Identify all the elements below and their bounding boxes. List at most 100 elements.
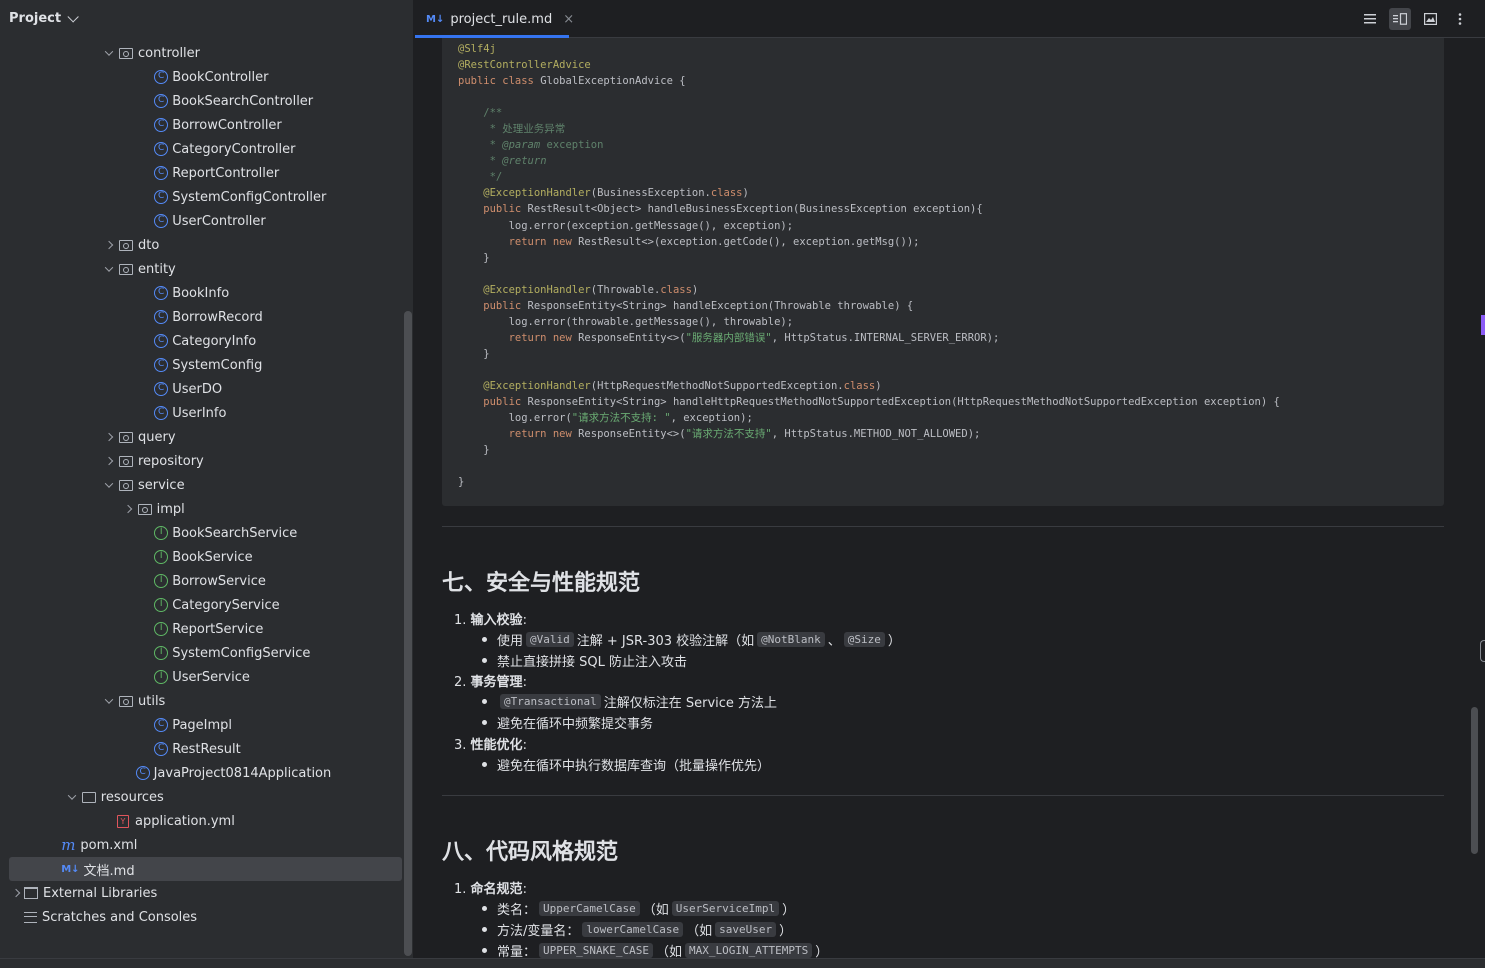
tree-item[interactable]: I SystemConfigService bbox=[0, 641, 404, 665]
editor-scrollbar[interactable] bbox=[1471, 707, 1478, 854]
tree-item-label: BookController bbox=[172, 69, 269, 85]
chevron-right-icon[interactable] bbox=[101, 237, 117, 253]
code-token: */ bbox=[458, 171, 503, 184]
tree-item[interactable]: C ReportController bbox=[0, 161, 404, 185]
interface-icon: I bbox=[154, 646, 169, 660]
chevron-down-icon[interactable] bbox=[101, 477, 117, 493]
code-line: public ResponseEntity<String> handleExce… bbox=[458, 298, 1280, 314]
tree-item[interactable]: C BorrowController bbox=[0, 113, 404, 137]
tree-item[interactable]: C UserController bbox=[0, 209, 404, 233]
project-view-selector[interactable]: Project bbox=[0, 0, 413, 37]
tree-item[interactable]: resources bbox=[0, 785, 404, 809]
tree-item[interactable]: C CategoryController bbox=[0, 137, 404, 161]
tree-item[interactable]: C BookController bbox=[0, 65, 404, 89]
code-token: ResponseEntity<String> handleHttpRequest… bbox=[527, 396, 1280, 409]
text: 使用 bbox=[497, 634, 524, 649]
tree-item[interactable]: C PageImpl bbox=[0, 713, 404, 737]
code-line: public RestResult<Object> handleBusiness… bbox=[458, 201, 1280, 217]
chevron-right-icon[interactable] bbox=[120, 501, 136, 517]
tree-item-label: query bbox=[138, 429, 176, 445]
tree-item[interactable]: impl bbox=[0, 497, 404, 521]
ai-assistant-stripe[interactable] bbox=[1481, 315, 1485, 335]
tree-item[interactable]: controller bbox=[0, 41, 404, 65]
tree-item[interactable]: External Libraries bbox=[0, 881, 404, 905]
tree-item[interactable]: C UserInfo bbox=[0, 401, 404, 425]
list-item-title: 事务管理 bbox=[470, 675, 523, 690]
code-token: "服务器内部错误" bbox=[685, 331, 772, 344]
colon: : bbox=[522, 675, 527, 690]
inline-code: saveUser bbox=[715, 922, 777, 937]
code-token: public bbox=[458, 396, 528, 409]
chevron-down-icon[interactable] bbox=[101, 693, 117, 709]
tree-item[interactable]: C CategoryInfo bbox=[0, 329, 404, 353]
code-token: @Slf4j bbox=[458, 43, 496, 55]
split-view-icon[interactable] bbox=[1389, 8, 1411, 30]
tree-item[interactable]: C JavaProject0814Application bbox=[0, 761, 404, 785]
tree-item[interactable]: I BookService bbox=[0, 545, 404, 569]
spring-boot-app-icon: C bbox=[135, 766, 150, 780]
chevron-down-icon[interactable] bbox=[101, 45, 117, 61]
tree-item[interactable]: m pom.xml bbox=[0, 833, 404, 857]
code-token: "请求方法不支持" bbox=[685, 428, 772, 441]
tree-item[interactable]: I CategoryService bbox=[0, 593, 404, 617]
more-icon[interactable] bbox=[1449, 8, 1471, 30]
list-item-title: 输入校验 bbox=[470, 613, 523, 628]
class-icon: C bbox=[154, 382, 169, 396]
status-bar bbox=[0, 958, 1485, 968]
tab-project-rule-md[interactable]: M↓ project_rule.md × bbox=[415, 0, 574, 38]
tree-item[interactable]: M↓ 文档.md bbox=[9, 857, 402, 881]
text: ） bbox=[779, 924, 793, 939]
project-tree-scrollbar[interactable] bbox=[404, 311, 412, 956]
chevron-right-icon[interactable] bbox=[101, 453, 117, 469]
class-icon: C bbox=[154, 742, 169, 756]
list-item-transaction: 2. 事务管理: bbox=[454, 671, 527, 690]
tree-item[interactable]: I BorrowService bbox=[0, 569, 404, 593]
close-icon[interactable]: × bbox=[563, 12, 574, 27]
tree-item-label: repository bbox=[138, 453, 204, 469]
inline-code: @Valid bbox=[526, 632, 574, 647]
tree-item-label: BookSearchController bbox=[172, 93, 314, 109]
tree-item[interactable]: I BookSearchService bbox=[0, 521, 404, 545]
chevron-down-icon[interactable] bbox=[101, 261, 117, 277]
tree-item[interactable]: C UserDO bbox=[0, 377, 404, 401]
interface-icon: I bbox=[154, 622, 169, 636]
tree-item[interactable]: Scratches and Consoles bbox=[0, 905, 404, 929]
tree-item[interactable]: dto bbox=[0, 233, 404, 257]
package-icon bbox=[119, 47, 133, 59]
text: 注解 + JSR-303 校验注解（如 bbox=[576, 634, 755, 649]
chevron-right-icon[interactable] bbox=[8, 885, 24, 901]
tree-item[interactable]: query bbox=[0, 425, 404, 449]
editor-only-icon[interactable] bbox=[1359, 8, 1381, 30]
code-line: */ bbox=[458, 169, 1280, 185]
tree-item[interactable]: C BookInfo bbox=[0, 281, 404, 305]
tree-item[interactable]: service bbox=[0, 473, 404, 497]
interface-icon: I bbox=[154, 670, 169, 684]
tree-item[interactable]: I UserService bbox=[0, 665, 404, 689]
code-token: class bbox=[660, 283, 692, 296]
tree-item[interactable]: utils bbox=[0, 689, 404, 713]
package-icon bbox=[119, 479, 133, 491]
code-token: "请求方法不支持: " bbox=[571, 412, 671, 425]
markdown-file-icon: M↓ bbox=[426, 13, 445, 25]
tree-item-label: service bbox=[138, 477, 185, 493]
chevron-down-icon[interactable] bbox=[64, 789, 80, 805]
tree-item[interactable]: I ReportService bbox=[0, 617, 404, 641]
code-token: } bbox=[458, 347, 490, 360]
tree-item[interactable]: Yapplication.yml bbox=[0, 809, 404, 833]
tree-item[interactable]: C BorrowRecord bbox=[0, 305, 404, 329]
tree-item[interactable]: C BookSearchController bbox=[0, 89, 404, 113]
project-tool-window: Project controller C BookController C BookSe… bbox=[0, 0, 414, 958]
side-panel-handle[interactable] bbox=[1480, 640, 1485, 662]
tree-item[interactable]: entity bbox=[0, 257, 404, 281]
tree-item[interactable]: C SystemConfigController bbox=[0, 185, 404, 209]
class-icon: C bbox=[154, 70, 169, 84]
text: （如 bbox=[686, 924, 713, 939]
tree-item[interactable]: C SystemConfig bbox=[0, 353, 404, 377]
code-line: * @param exception bbox=[458, 137, 1280, 153]
tree-item[interactable]: C RestResult bbox=[0, 737, 404, 761]
chevron-right-icon[interactable] bbox=[101, 429, 117, 445]
preview-only-icon[interactable] bbox=[1419, 8, 1441, 30]
tree-item[interactable]: repository bbox=[0, 449, 404, 473]
